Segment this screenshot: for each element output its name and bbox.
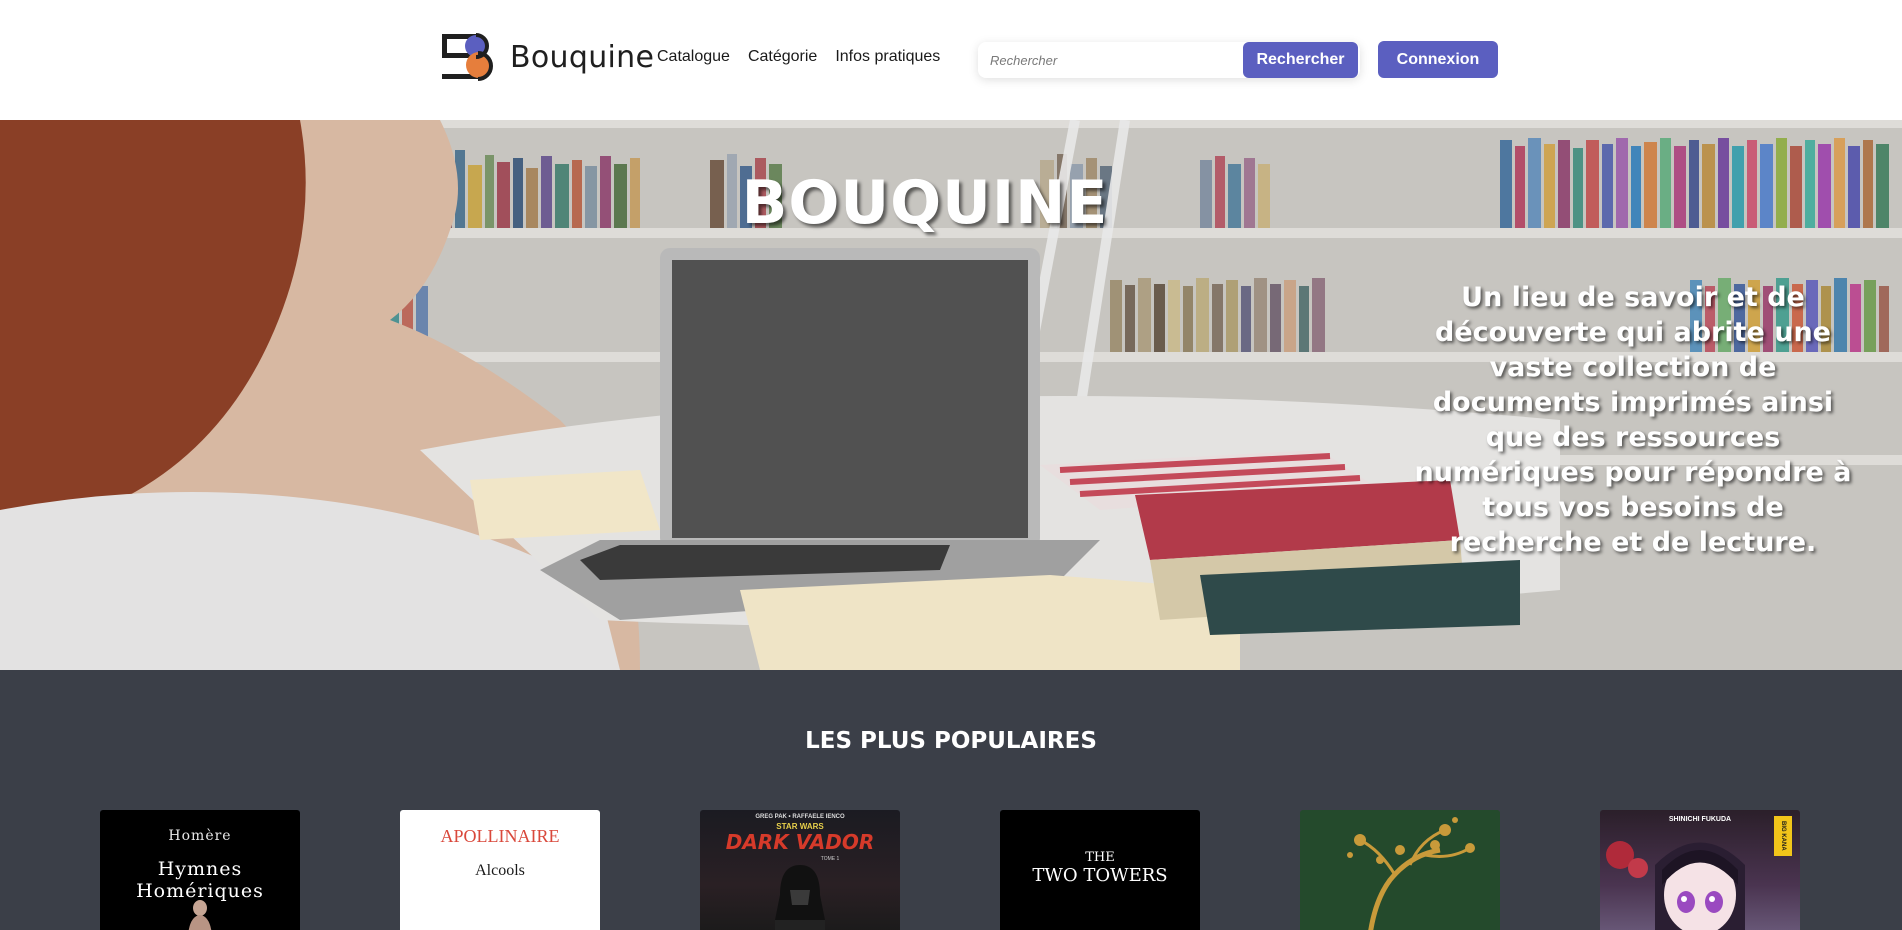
book-card-alcools[interactable]: APOLLINAIRE Alcools <box>400 810 600 930</box>
hero-banner: BOUQUINE Un lieu de savoir et de découve… <box>0 120 1902 670</box>
logo-icon <box>442 33 493 81</box>
popular-title: LES PLUS POPULAIRES <box>805 728 1097 754</box>
book-card-dark-vador[interactable]: GREG PAK • RAFFAELE IENCO STAR WARS DARK… <box>700 810 900 930</box>
popular-books-list: Homère Hymnes Homériques APOLLINAIRE Alc… <box>100 810 1800 930</box>
search-input[interactable] <box>978 42 1240 78</box>
site-header: Bouquine Catalogue Catégorie Infos prati… <box>0 0 1902 120</box>
nav-categorie[interactable]: Catégorie <box>748 48 817 66</box>
search-button[interactable]: Rechercher <box>1243 42 1358 78</box>
nav-infos-pratiques[interactable]: Infos pratiques <box>835 48 940 66</box>
book-card-hymnes-homeriques[interactable]: Homère Hymnes Homériques <box>100 810 300 930</box>
book-title: TWO TOWERS <box>1032 865 1168 886</box>
statue-icon <box>188 900 212 930</box>
book-card-two-towers[interactable]: THE TWO TOWERS <box>1000 810 1200 930</box>
main-nav: Catalogue Catégorie Infos pratiques <box>657 48 940 66</box>
brand-name: Bouquine <box>510 39 655 75</box>
book-title: DARK VADOR <box>725 830 875 854</box>
book-title-prefix: THE <box>1085 850 1115 865</box>
book-author: GREG PAK • RAFFAELE IENCO <box>755 814 845 820</box>
logo[interactable]: Bouquine <box>442 32 654 82</box>
publisher-badge: BIG KANA <box>1774 816 1792 856</box>
book-card-manga[interactable]: SHINICHI FUKUDA BIG KANA <box>1600 810 1800 930</box>
book-title: Alcools <box>475 862 525 879</box>
hero-description: Un lieu de savoir et de découverte qui a… <box>1414 282 1852 558</box>
book-author: SHINICHI FUKUDA <box>1668 816 1732 823</box>
manga-girl-illustration <box>1606 841 1745 930</box>
golden-tree-icon <box>1347 817 1475 930</box>
book-author: Homère <box>168 828 232 844</box>
book-author: APOLLINAIRE <box>440 826 560 846</box>
book-card-green-tree[interactable] <box>1300 810 1500 930</box>
nav-catalogue[interactable]: Catalogue <box>657 48 730 66</box>
vader-helmet-icon <box>775 865 825 930</box>
login-button[interactable]: Connexion <box>1378 41 1498 78</box>
book-title: Hymnes Homériques <box>136 858 264 902</box>
hero-title: BOUQUINE <box>741 168 1109 238</box>
popular-section: LES PLUS POPULAIRES Homère Hymnes Homéri… <box>0 670 1902 930</box>
